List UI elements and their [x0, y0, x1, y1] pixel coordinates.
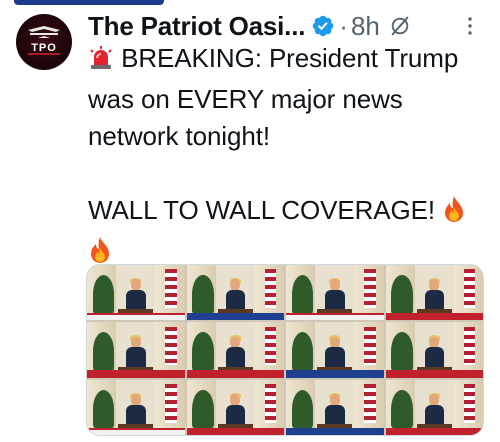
post-media-image[interactable]	[86, 264, 484, 436]
collage-cell	[286, 322, 384, 378]
collage-cell	[286, 379, 384, 435]
post-text-line-2: was on EVERY major news	[88, 84, 403, 114]
breaking-text: BREAKING: President Trump	[121, 43, 459, 73]
coverage-text: WALL TO WALL COVERAGE!	[88, 195, 435, 225]
collage-cell	[186, 379, 284, 435]
collage-cell	[186, 322, 284, 378]
display-name[interactable]: The Patriot Oasi...	[88, 11, 305, 42]
collage-cell	[186, 265, 284, 321]
police-siren-emoji	[88, 44, 114, 81]
grok-icon[interactable]	[389, 15, 411, 37]
post-text-line-1: BREAKING: President Trump	[88, 40, 488, 81]
collage-cell	[87, 265, 185, 321]
tpo-logo-icon: TPO	[28, 26, 60, 55]
collage-cell	[87, 322, 185, 378]
more-options-icon[interactable]	[466, 16, 474, 36]
separator-dot: ·	[339, 10, 348, 41]
collage-cell	[385, 265, 483, 321]
post-text-line-4: WALL TO WALL COVERAGE!	[88, 192, 488, 233]
collage-cell	[385, 322, 483, 378]
collage-cell	[87, 379, 185, 435]
verified-badge-icon	[313, 15, 334, 37]
collage-cell	[286, 265, 384, 321]
avatar[interactable]: TPO	[16, 14, 72, 70]
svg-text:TPO: TPO	[31, 42, 57, 54]
post-text: BREAKING: President Trump was on EVERY m…	[88, 40, 488, 274]
post-timestamp[interactable]: 8h	[351, 11, 380, 42]
collage-cell	[385, 379, 483, 435]
news-coverage-collage	[87, 265, 483, 435]
post-text-line-3: network tonight!	[88, 121, 270, 151]
previous-post-strip	[14, 0, 164, 5]
post-header: The Patriot Oasi... · 8h	[88, 8, 411, 44]
fire-emoji	[442, 195, 466, 233]
